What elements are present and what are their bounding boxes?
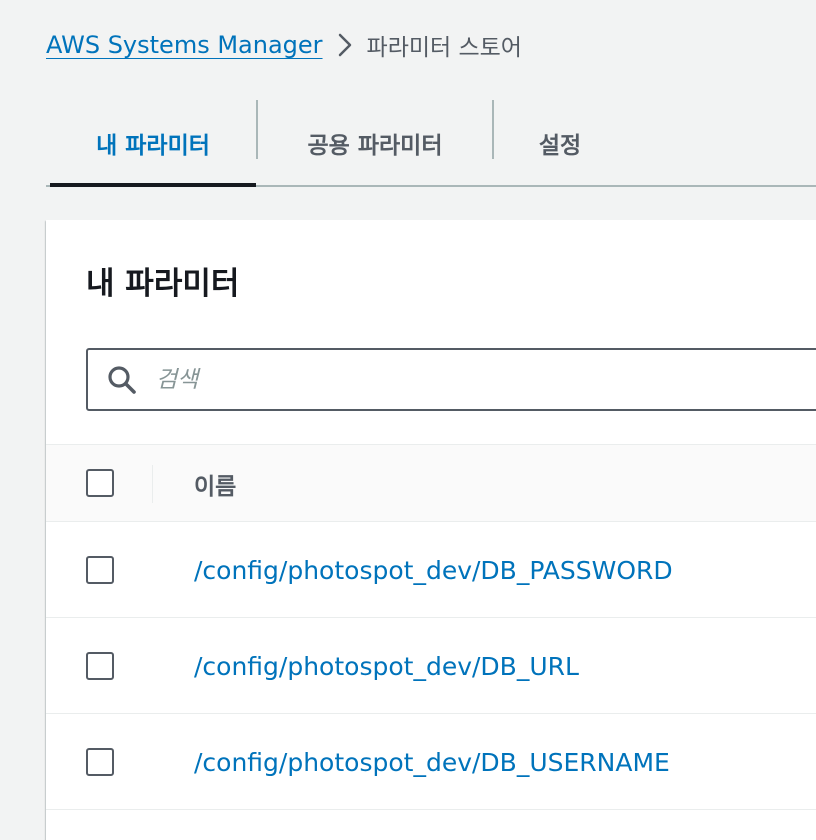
parameter-link[interactable]: /config/photospot_dev/DB_PASSWORD: [194, 522, 673, 618]
column-divider: [152, 465, 153, 503]
table-row: /config/photospot_dev/DB_USERNAME: [46, 714, 816, 810]
select-all-checkbox[interactable]: [86, 469, 114, 497]
tab-settings[interactable]: 설정: [494, 98, 626, 187]
parameter-link[interactable]: /config/photospot_dev/DB_USERNAME: [194, 714, 670, 810]
tab-bar: 내 파라미터 공용 파라미터 설정: [46, 98, 816, 187]
search-box[interactable]: [86, 348, 816, 411]
row-checkbox[interactable]: [86, 652, 114, 680]
panel-title: 내 파라미터: [86, 266, 240, 302]
breadcrumb-link-systems-manager[interactable]: AWS Systems Manager: [46, 31, 323, 59]
table-row: /config/photospot_dev/DB_URL: [46, 618, 816, 714]
column-header-name[interactable]: 이름: [194, 445, 236, 523]
tab-my-parameters[interactable]: 내 파라미터: [50, 98, 256, 187]
parameters-panel: 내 파라미터 이름 /config/photospot_dev/DB_PASSW…: [46, 220, 816, 840]
search-input[interactable]: [156, 366, 756, 393]
table-header: 이름: [46, 444, 816, 522]
chevron-right-icon: [323, 26, 367, 64]
row-checkbox[interactable]: [86, 556, 114, 584]
table-row: /config/photospot_dev/DB_PASSWORD: [46, 522, 816, 618]
parameter-link[interactable]: /config/photospot_dev/DB_URL: [194, 618, 579, 714]
search-icon: [102, 360, 142, 400]
row-checkbox[interactable]: [86, 748, 114, 776]
breadcrumb-current: 파라미터 스토어: [366, 35, 522, 61]
tab-public-parameters[interactable]: 공용 파라미터: [258, 98, 492, 187]
active-tab-indicator: [50, 183, 256, 187]
breadcrumb: AWS Systems Manager 파라미터 스토어: [46, 26, 522, 64]
